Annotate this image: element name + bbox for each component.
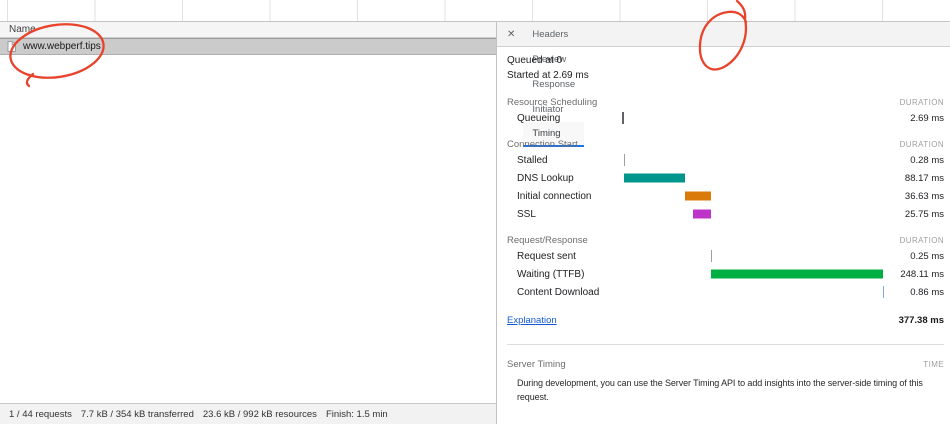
section-divider xyxy=(507,344,944,345)
duration-column-label: DURATION xyxy=(900,140,944,149)
timing-section-title: Request/Response xyxy=(507,235,588,246)
timing-phase-duration: 0.28 ms xyxy=(910,155,944,166)
timing-phase-duration: 2.69 ms xyxy=(910,113,944,124)
timing-phase-row: Request sent 0.25 ms xyxy=(507,247,944,265)
timing-section-title: Connection Start xyxy=(507,139,578,150)
details-tab-bar: ✕ HeadersPreviewResponseInitiatorTiming xyxy=(497,22,950,47)
duration-column-label: DURATION xyxy=(900,236,944,245)
timing-phase-label: Stalled xyxy=(507,155,548,166)
timing-phase-bar xyxy=(685,192,710,201)
close-icon[interactable]: ✕ xyxy=(499,22,523,46)
timing-phase-row: Content Download 0.86 ms xyxy=(507,283,944,301)
timing-phase-label: SSL xyxy=(507,209,536,220)
time-column-label: TIME xyxy=(923,360,944,369)
column-header-name[interactable]: Name xyxy=(9,24,36,35)
document-icon xyxy=(7,41,16,52)
timing-phase-row: Initial connection 36.63 ms xyxy=(507,187,944,205)
request-table-pane: Name www.webperf.tips 1 / 44 requests 7.7… xyxy=(0,22,497,424)
queued-at-line: Queued at 0 xyxy=(507,53,944,68)
timing-phase-bar xyxy=(883,286,884,298)
timing-phase-label: Request sent xyxy=(507,251,576,262)
table-header[interactable]: Name xyxy=(0,22,496,38)
status-segment: 1 / 44 requests xyxy=(9,409,72,420)
timing-phase-row: Queueing 2.69 ms xyxy=(507,109,944,127)
server-timing-description: During development, you can use the Serv… xyxy=(507,376,944,404)
timing-phase-duration: 0.25 ms xyxy=(910,251,944,262)
timing-phase-bar xyxy=(711,270,883,279)
server-timing-header: Server Timing TIME xyxy=(507,357,944,371)
table-empty-area xyxy=(0,55,496,403)
timing-phase-bar xyxy=(624,154,625,166)
timing-section-header: Resource Scheduling DURATION xyxy=(507,95,944,109)
timing-phase-label: Content Download xyxy=(507,287,599,298)
table-row[interactable]: www.webperf.tips xyxy=(0,38,496,55)
timing-section-header: Connection Start DURATION xyxy=(507,137,944,151)
timing-phase-label: Initial connection xyxy=(507,191,592,202)
timing-phase-label: Waiting (TTFB) xyxy=(507,269,584,280)
timing-phase-duration: 36.63 ms xyxy=(905,191,944,202)
devtools-network-panel: Name www.webperf.tips 1 / 44 requests 7.7… xyxy=(0,0,950,425)
explanation-link[interactable]: Explanation xyxy=(507,315,557,326)
timing-phase-label: DNS Lookup xyxy=(507,173,574,184)
timing-total-value: 377.38 ms xyxy=(899,315,944,326)
timing-phase-bar xyxy=(711,250,712,262)
tab-headers[interactable]: Headers xyxy=(523,22,584,47)
timing-phase-duration: 0.86 ms xyxy=(910,287,944,298)
request-name: www.webperf.tips xyxy=(23,41,101,52)
timing-phase-row: Waiting (TTFB) 248.11 ms xyxy=(507,265,944,283)
timing-phase-bar xyxy=(624,174,685,183)
status-segment: 7.7 kB / 354 kB transferred xyxy=(81,409,194,420)
timing-phase-row: Stalled 0.28 ms xyxy=(507,151,944,169)
timing-phase-bar xyxy=(693,210,711,219)
started-at-line: Started at 2.69 ms xyxy=(507,68,944,83)
server-timing-title: Server Timing xyxy=(507,359,566,370)
timing-tab-content: Queued at 0 Started at 2.69 ms Resource … xyxy=(497,47,950,424)
timing-phase-row: DNS Lookup 88.17 ms xyxy=(507,169,944,187)
timing-phase-label: Queueing xyxy=(507,113,560,124)
timing-phase-row: SSL 25.75 ms xyxy=(507,205,944,223)
timing-phase-duration: 25.75 ms xyxy=(905,209,944,220)
duration-column-label: DURATION xyxy=(900,98,944,107)
timing-phase-duration: 88.17 ms xyxy=(905,173,944,184)
request-details-pane: ✕ HeadersPreviewResponseInitiatorTiming … xyxy=(497,22,950,424)
network-overview-strip[interactable] xyxy=(0,0,950,22)
network-status-bar: 1 / 44 requests 7.7 kB / 354 kB transferr… xyxy=(0,403,496,424)
timing-section-title: Resource Scheduling xyxy=(507,97,597,108)
timing-section-header: Request/Response DURATION xyxy=(507,233,944,247)
status-segment: 23.6 kB / 992 kB resources xyxy=(203,409,317,420)
status-segment: Finish: 1.5 min xyxy=(326,409,388,420)
timing-phase-bar xyxy=(622,112,624,124)
timing-phase-duration: 248.11 ms xyxy=(900,269,944,280)
timing-total-row: Explanation 377.38 ms xyxy=(507,311,944,329)
